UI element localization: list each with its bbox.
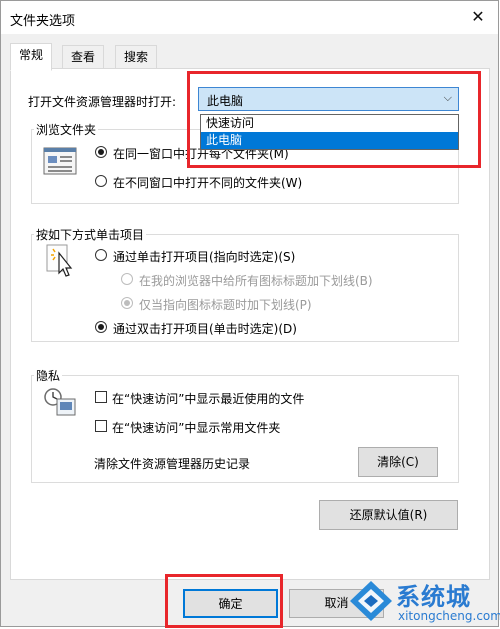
tab-search[interactable]: 搜索 [115,45,158,69]
show-recent-files-label: 在“快速访问”中显示最近使用的文件 [112,392,305,406]
folder-window-icon [43,146,77,179]
underline-all-label: 在我的浏览器中给所有图标标题加下划线(B) [139,274,373,288]
folder-options-dialog: 文件夹选项 ✕ 常规 查看 搜索 打开文件资源管理器时打开: 此电脑 ⌵ 浏览文… [0,0,500,629]
radio-same-window[interactable] [95,146,107,158]
tab-general[interactable]: 常规 [10,43,53,71]
window-title: 文件夹选项 [10,14,76,29]
radio-double-click[interactable] [95,321,107,333]
radio-different-window[interactable] [95,175,107,187]
show-frequent-folders-label: 在“快速访问”中显示常用文件夹 [112,421,281,435]
single-click-label: 通过单击打开项目(指向时选定)(S) [113,250,296,264]
highlight-box-ok [165,574,283,628]
watermark-brand: 系统城 [396,583,471,611]
clear-history-button[interactable]: 清除(C) [358,447,438,477]
open-explorer-label: 打开文件资源管理器时打开: [28,95,177,109]
close-icon[interactable]: ✕ [468,7,488,27]
different-window-label: 在不同窗口中打开不同的文件夹(W) [113,176,303,190]
watermark-logo-icon [350,581,392,621]
tab-view[interactable]: 查看 [62,45,105,69]
show-frequent-folders-checkbox[interactable] [95,420,107,432]
watermark-url: xitongcheng.com [398,609,500,623]
restore-defaults-button[interactable]: 还原默认值(R) [319,500,458,530]
radio-underline-point[interactable] [121,297,133,309]
show-recent-files-checkbox[interactable] [95,391,107,403]
title-bar[interactable]: 文件夹选项 ✕ [1,1,498,34]
pointer-click-icon [45,243,75,282]
browse-folders-legend: 浏览文件夹 [34,121,99,138]
clear-history-label: 清除文件资源管理器历史记录 [94,457,251,471]
highlight-box-combobox [187,71,481,168]
radio-underline-all[interactable] [121,273,133,285]
double-click-label: 通过双击打开项目(单击时选定)(D) [113,322,297,336]
underline-point-label: 仅当指向图标标题时加下划线(P) [139,298,312,312]
clock-document-icon [43,387,79,422]
radio-single-click[interactable] [95,249,107,261]
privacy-legend: 隐私 [34,367,63,384]
watermark: 系统城 xitongcheng.com [346,575,500,629]
click-items-legend: 按如下方式单击项目 [34,226,147,243]
